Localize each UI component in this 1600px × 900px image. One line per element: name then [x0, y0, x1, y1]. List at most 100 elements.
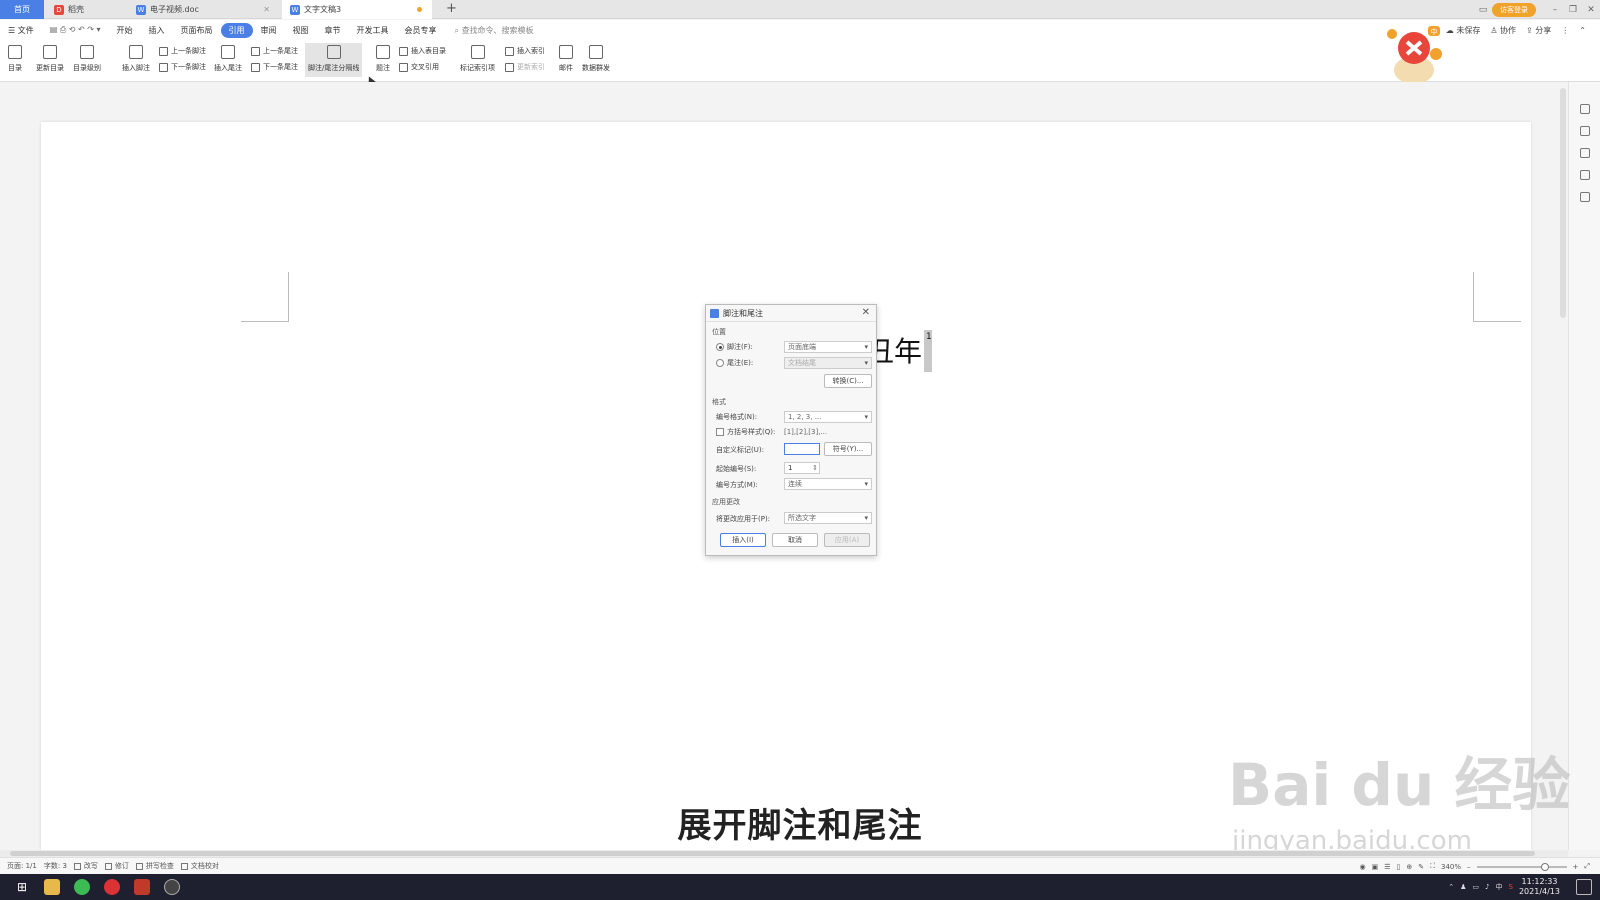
zoom-slider-knob[interactable]	[1540, 862, 1549, 871]
new-tab-button[interactable]: +	[446, 1, 457, 16]
browser-icon[interactable]	[104, 879, 120, 895]
custom-mark-input[interactable]	[784, 443, 820, 455]
menu-review[interactable]: 审阅	[253, 25, 285, 36]
security-tray-icon[interactable]: S	[1509, 883, 1513, 891]
start-number-stepper[interactable]: 1	[784, 462, 820, 474]
footnote-separator-button[interactable]: 脚注/尾注分隔线	[305, 43, 363, 77]
tab-video-doc[interactable]: W 电子视频.doc ✕	[128, 0, 278, 19]
zoom-in-button[interactable]: +	[1573, 863, 1579, 871]
notification-icon[interactable]	[1576, 879, 1592, 895]
spell-check-button[interactable]: 拼写检查	[135, 861, 174, 871]
zoom-level[interactable]: 340%	[1441, 863, 1461, 871]
mail-button[interactable]: 邮件	[559, 43, 573, 73]
insert-footnote-button[interactable]: 插入脚注	[122, 43, 150, 73]
prev-footnote-button[interactable]: 上一条脚注	[159, 46, 206, 56]
caption-button[interactable]: 题注	[376, 43, 390, 73]
tray-app-icon[interactable]: ♟	[1460, 883, 1466, 891]
eye-protection-icon[interactable]: ◉	[1359, 863, 1365, 871]
outline-view-icon[interactable]: ☰	[1384, 863, 1390, 871]
vertical-scrollbar[interactable]	[1560, 88, 1566, 318]
update-toc-button[interactable]: 更新目录	[36, 43, 64, 73]
mark-citation-button[interactable]: 标记索引项	[460, 43, 495, 73]
volume-icon[interactable]: ♪	[1485, 883, 1489, 891]
next-endnote-button[interactable]: 下一条尾注	[251, 62, 298, 72]
data-merge-button[interactable]: 数据群发	[582, 43, 610, 73]
bracket-style-checkbox[interactable]: 方括号样式(Q):	[716, 427, 775, 437]
select-icon[interactable]	[1580, 126, 1590, 136]
footnote-radio[interactable]: 脚注(F):	[716, 342, 753, 352]
ime-indicator[interactable]: 中	[1496, 882, 1503, 892]
menu-insert[interactable]: 插入	[141, 25, 173, 36]
menu-view[interactable]: 视图	[285, 25, 317, 36]
insert-endnote-button[interactable]: 插入尾注	[214, 43, 242, 73]
toc-button[interactable]: 目录	[8, 43, 22, 73]
convert-button[interactable]: 转换(C)...	[824, 374, 872, 388]
word-count[interactable]: 字数: 3	[44, 861, 67, 871]
zoom-slider[interactable]	[1476, 862, 1567, 871]
tab-home[interactable]: 首页	[0, 0, 44, 19]
prev-endnote-button[interactable]: 上一条尾注	[251, 46, 298, 56]
insert-button[interactable]: 插入(I)	[720, 533, 766, 547]
obs-icon[interactable]	[164, 879, 180, 895]
tray-expand-icon[interactable]: ⌃	[1448, 883, 1454, 891]
menu-member[interactable]: 会员专享	[397, 25, 445, 36]
minimize-button[interactable]: –	[1546, 5, 1564, 15]
menu-references[interactable]: 引用	[220, 22, 253, 38]
web-view-icon[interactable]: ⊕	[1406, 863, 1412, 871]
tab-docer[interactable]: D 稻壳	[46, 0, 126, 19]
collab-button[interactable]: ♙ 协作	[1490, 25, 1516, 36]
symbol-button[interactable]: 符号(Y)...	[824, 442, 872, 456]
rewrite-toggle[interactable]: 改写	[73, 861, 98, 871]
command-search[interactable]: ⌕ 查找命令、搜索模板	[455, 25, 534, 36]
page-view-icon[interactable]: ▣	[1372, 863, 1379, 871]
footnote-reference-mark[interactable]: 1	[926, 332, 932, 342]
clock[interactable]: 11:12:33 2021/4/13	[1519, 877, 1560, 897]
horizontal-scroll-thumb[interactable]	[10, 851, 1535, 856]
proofread-button[interactable]: 文档校对	[180, 861, 219, 871]
zoom-out-button[interactable]: –	[1467, 863, 1471, 871]
numbering-select[interactable]: 连续	[784, 478, 872, 490]
track-changes-toggle[interactable]: 修订	[104, 861, 129, 871]
windows-start-icon[interactable]: ⊞	[14, 879, 30, 895]
help-icon[interactable]	[1580, 170, 1590, 180]
horizontal-scrollbar[interactable]	[0, 850, 1568, 857]
fullscreen-icon[interactable]: ⤢	[1584, 862, 1590, 871]
collapse-ribbon-icon[interactable]: ⌃	[1579, 26, 1586, 35]
login-button[interactable]: 访客登录	[1492, 2, 1536, 17]
fit-page-icon[interactable]: ⛶	[1430, 862, 1435, 871]
tab-close-icon[interactable]: ✕	[263, 5, 270, 14]
cancel-button[interactable]: 取消	[772, 533, 818, 547]
endnote-radio[interactable]: 尾注(E):	[716, 358, 753, 368]
file-explorer-icon[interactable]	[44, 879, 60, 895]
wps-icon[interactable]	[134, 879, 150, 895]
menu-developer[interactable]: 开发工具	[349, 25, 397, 36]
read-view-icon[interactable]: ▯	[1396, 863, 1400, 871]
cross-reference-button[interactable]: 交叉引用	[399, 62, 439, 72]
next-footnote-button[interactable]: 下一条脚注	[159, 62, 206, 72]
layout-icon[interactable]: ▭	[1474, 5, 1492, 15]
quick-access-icons[interactable]: ▤ ⎙ ⟲ ↶ ↷ ▾	[42, 25, 109, 35]
restore-button[interactable]: ❐	[1564, 5, 1582, 15]
chrome-icon[interactable]	[74, 879, 90, 895]
write-view-icon[interactable]: ✎	[1418, 863, 1424, 871]
edit-icon[interactable]	[1580, 104, 1590, 114]
more-icon[interactable]: ⋮	[1561, 26, 1569, 35]
backup-icon[interactable]	[1580, 192, 1590, 202]
endnote-position-select[interactable]: 文档结尾	[784, 357, 872, 369]
apply-button[interactable]: 应用(A)	[824, 533, 870, 547]
share-button[interactable]: ⇪ 分享	[1526, 25, 1551, 36]
insert-table-of-figures-button[interactable]: 插入表目录	[399, 46, 446, 56]
dialog-close-icon[interactable]: ✕	[862, 307, 870, 318]
update-index-button[interactable]: 更新索引	[505, 62, 545, 72]
file-menu[interactable]: ☰ 文件	[0, 25, 42, 36]
tab-document3[interactable]: W 文字文稿3	[282, 0, 432, 19]
apply-to-select[interactable]: 所选文字	[784, 512, 872, 524]
toc-level-button[interactable]: 目录级别	[73, 43, 101, 73]
menu-start[interactable]: 开始	[109, 25, 141, 36]
number-format-select[interactable]: 1, 2, 3, ...	[784, 411, 872, 423]
menu-page-layout[interactable]: 页面布局	[173, 25, 221, 36]
menu-chapter[interactable]: 章节	[317, 25, 349, 36]
insert-index-button[interactable]: 插入索引	[505, 46, 545, 56]
network-icon[interactable]: ▭	[1472, 883, 1479, 891]
footnote-position-select[interactable]: 页面底端	[784, 341, 872, 353]
